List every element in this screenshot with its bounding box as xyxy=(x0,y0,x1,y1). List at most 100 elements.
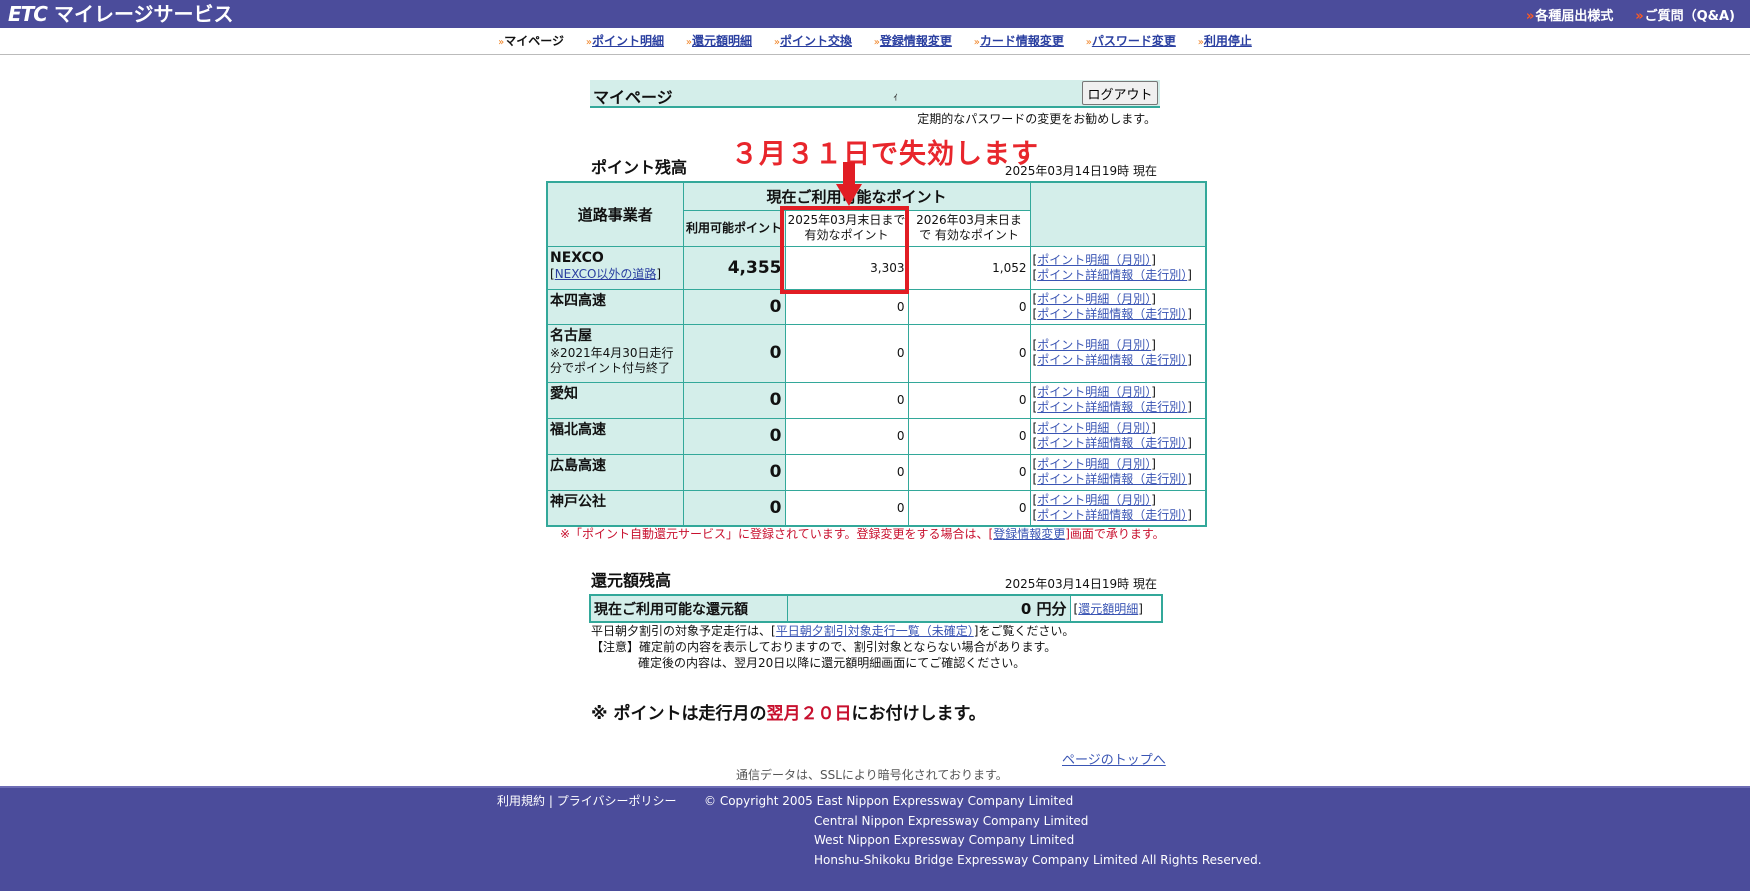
company-cell: 愛知 xyxy=(546,381,684,419)
logo-etc: ETC xyxy=(8,2,48,26)
nav-link[interactable]: 還元額明細 xyxy=(692,34,752,48)
logout-button[interactable]: ログアウト xyxy=(1082,81,1158,105)
table-row: 広島高速 0 0 0 [ポイント明細（月別）] [ポイント詳細情報（走行別）] xyxy=(546,453,1207,491)
trip-detail-link[interactable]: ポイント詳細情報（走行別） xyxy=(1037,400,1187,414)
faq-link-label: ご質問（Q&A) xyxy=(1644,9,1735,24)
mypage-header: マイページ ｨ ログアウト xyxy=(590,80,1160,108)
trip-detail-link[interactable]: ポイント詳細情報（走行別） xyxy=(1037,472,1187,486)
expire-2026-points: 0 xyxy=(907,489,1031,527)
expire-2025-points: 0 xyxy=(784,323,909,383)
header-expire-2026: 2026年03月末日まで 有効なポイント xyxy=(907,209,1031,247)
available-points: 0 xyxy=(682,453,786,491)
forms-link[interactable]: »各種届出様式 xyxy=(1526,9,1613,24)
company-name: NEXCO xyxy=(550,249,604,266)
row-links: [ポイント明細（月別）] [ポイント詳細情報（走行別）] xyxy=(1029,381,1207,419)
page-top-link[interactable]: ページのトップへ xyxy=(1062,749,1166,768)
expire-2026-points: 1,052 xyxy=(907,245,1031,290)
monthly-statement-link[interactable]: ポイント明細（月別） xyxy=(1037,457,1151,471)
company-cell: NEXCO [NEXCO以外の道路] xyxy=(546,245,684,290)
footer-links: 利用規約 | プライバシーポリシー xyxy=(497,792,676,809)
nav-link[interactable]: カード情報変更 xyxy=(980,34,1064,48)
available-points: 0 xyxy=(682,288,786,325)
note-text: 平日朝夕割引の対象予定走行は、[ xyxy=(591,624,776,638)
company-cell: 福北高速 xyxy=(546,417,684,455)
table-row: 本四高速 0 0 0 [ポイント明細（月別）] [ポイント詳細情報（走行別）] xyxy=(546,288,1207,325)
copyright-line: © Copyright 2005 East Nippon Expressway … xyxy=(704,794,1074,808)
refund-as-of: 2025年03月14日19時 現在 xyxy=(1004,577,1157,591)
refund-section-title: 還元額残高 xyxy=(591,571,672,590)
row-links: [ポイント明細（月別）] [ポイント詳細情報（走行別）] xyxy=(1029,417,1207,455)
down-arrow-icon xyxy=(836,162,862,206)
auto-refund-notice: ※「ポイント自動還元サービス」に登録されています。登録変更をする場合は、[登録情… xyxy=(560,525,1165,542)
forms-link-label: 各種届出様式 xyxy=(1535,9,1614,24)
monthly-statement-link[interactable]: ポイント明細（月別） xyxy=(1037,493,1151,507)
company-name: 神戸公社 xyxy=(550,493,606,510)
expire-2026-points: 0 xyxy=(907,453,1031,491)
company-name: 愛知 xyxy=(550,385,578,402)
nav-item-suspend[interactable]: »利用停止 xyxy=(1198,28,1252,56)
table-row: 福北高速 0 0 0 [ポイント明細（月別）] [ポイント詳細情報（走行別）] xyxy=(546,417,1207,455)
logo-text: マイレージサービス xyxy=(53,2,234,26)
nav-item-mypage[interactable]: »マイページ xyxy=(498,28,564,56)
nav-item-refund-statement[interactable]: »還元額明細 xyxy=(686,28,752,56)
non-nexco-roads-link[interactable]: NEXCO以外の道路 xyxy=(555,267,657,281)
nav-link[interactable]: ポイント明細 xyxy=(592,34,664,48)
registration-change-link[interactable]: 登録情報変更 xyxy=(993,527,1065,541)
company-note: ※2021年4月30日走行分でポイント付与終了 xyxy=(550,345,674,375)
nav-link[interactable]: 登録情報変更 xyxy=(880,34,952,48)
nav-item-point-exchange[interactable]: »ポイント交換 xyxy=(774,28,852,56)
refund-table: 現在ご利用可能な還元額 0 円分 [還元額明細] xyxy=(589,594,1163,623)
expire-2025-points: 0 xyxy=(784,489,909,527)
monthly-statement-link[interactable]: ポイント明細（月別） xyxy=(1037,385,1151,399)
row-links: [ポイント明細（月別）] [ポイント詳細情報（走行別）] xyxy=(1029,245,1207,290)
available-points: 0 xyxy=(682,323,786,383)
nav-link[interactable]: 利用停止 xyxy=(1204,34,1252,48)
monthly-statement-link[interactable]: ポイント明細（月別） xyxy=(1037,253,1151,267)
available-points: 0 xyxy=(682,489,786,527)
nav-item-registration-change[interactable]: »登録情報変更 xyxy=(874,28,952,56)
nav-item-card-change[interactable]: »カード情報変更 xyxy=(974,28,1064,56)
nav-item-password-change[interactable]: »パスワード変更 xyxy=(1086,28,1176,56)
row-links: [ポイント明細（月別）] [ポイント詳細情報（走行別）] xyxy=(1029,323,1207,383)
expire-2025-points: 0 xyxy=(784,288,909,325)
trip-detail-link[interactable]: ポイント詳細情報（走行別） xyxy=(1037,436,1187,450)
available-points: 0 xyxy=(682,381,786,419)
page-title: マイページ xyxy=(593,88,673,107)
faq-link[interactable]: »ご質問（Q&A) xyxy=(1635,9,1735,24)
expire-2026-points: 0 xyxy=(907,323,1031,383)
trip-detail-link[interactable]: ポイント詳細情報（走行別） xyxy=(1037,307,1187,321)
etc-mileage-logo[interactable]: ETC マイレージサービス xyxy=(8,1,234,27)
monthly-statement-link[interactable]: ポイント明細（月別） xyxy=(1037,292,1151,306)
nav-label: マイページ xyxy=(504,34,565,48)
terms-link[interactable]: 利用規約 xyxy=(497,794,545,808)
trip-detail-link[interactable]: ポイント詳細情報（走行別） xyxy=(1037,353,1187,367)
monthly-statement-link[interactable]: ポイント明細（月別） xyxy=(1037,421,1151,435)
row-links: [ポイント明細（月別）] [ポイント詳細情報（走行別）] xyxy=(1029,453,1207,491)
trip-detail-link[interactable]: ポイント詳細情報（走行別） xyxy=(1037,508,1187,522)
auto-notice-text: ※「ポイント自動還元サービス」に登録されています。登録変更をする場合は、[ xyxy=(560,527,994,541)
refund-note-2: 【注意】確定前の内容を表示しておりますので、割引対象とならない場合があります。 xyxy=(591,640,1057,654)
monthly-statement-link[interactable]: ポイント明細（月別） xyxy=(1037,338,1151,352)
expire-2025-points: 0 xyxy=(784,417,909,455)
header-available: 利用可能ポイント xyxy=(682,209,786,247)
arrow-icon: » xyxy=(1525,9,1535,24)
available-points: 4,355 xyxy=(682,245,786,290)
nav-item-point-statement[interactable]: »ポイント明細 xyxy=(586,28,664,56)
main-nav: »マイページ »ポイント明細 »還元額明細 »ポイント交換 »登録情報変更 »カ… xyxy=(0,28,1750,55)
nav-link[interactable]: ポイント交換 xyxy=(780,34,852,48)
copyright-line: Honshu-Shikoku Bridge Expressway Company… xyxy=(814,852,1262,867)
company-name: 広島高速 xyxy=(550,457,606,474)
discount-trips-link[interactable]: 平日朝夕割引対象走行一覧（未確定） xyxy=(776,624,974,638)
company-name: 福北高速 xyxy=(550,421,606,438)
table-row: 愛知 0 0 0 [ポイント明細（月別）] [ポイント詳細情報（走行別）] xyxy=(546,381,1207,419)
trip-detail-link[interactable]: ポイント詳細情報（走行別） xyxy=(1037,268,1187,282)
auto-notice-text-end: ]画面で承ります。 xyxy=(1065,527,1165,541)
copyright: © Copyright 2005 East Nippon Expressway … xyxy=(704,792,1262,870)
ssl-notice: 通信データは、SSLにより暗号化されております。 xyxy=(736,768,1008,782)
nav-link[interactable]: パスワード変更 xyxy=(1092,34,1176,48)
row-links: [ポイント明細（月別）] [ポイント詳細情報（走行別）] xyxy=(1029,489,1207,527)
refund-statement-link[interactable]: 還元額明細 xyxy=(1078,602,1138,616)
copyright-line: Central Nippon Expressway Company Limite… xyxy=(814,813,1089,828)
privacy-policy-link[interactable]: プライバシーポリシー xyxy=(557,794,677,808)
refund-amount: 0 円分 xyxy=(786,594,1071,623)
